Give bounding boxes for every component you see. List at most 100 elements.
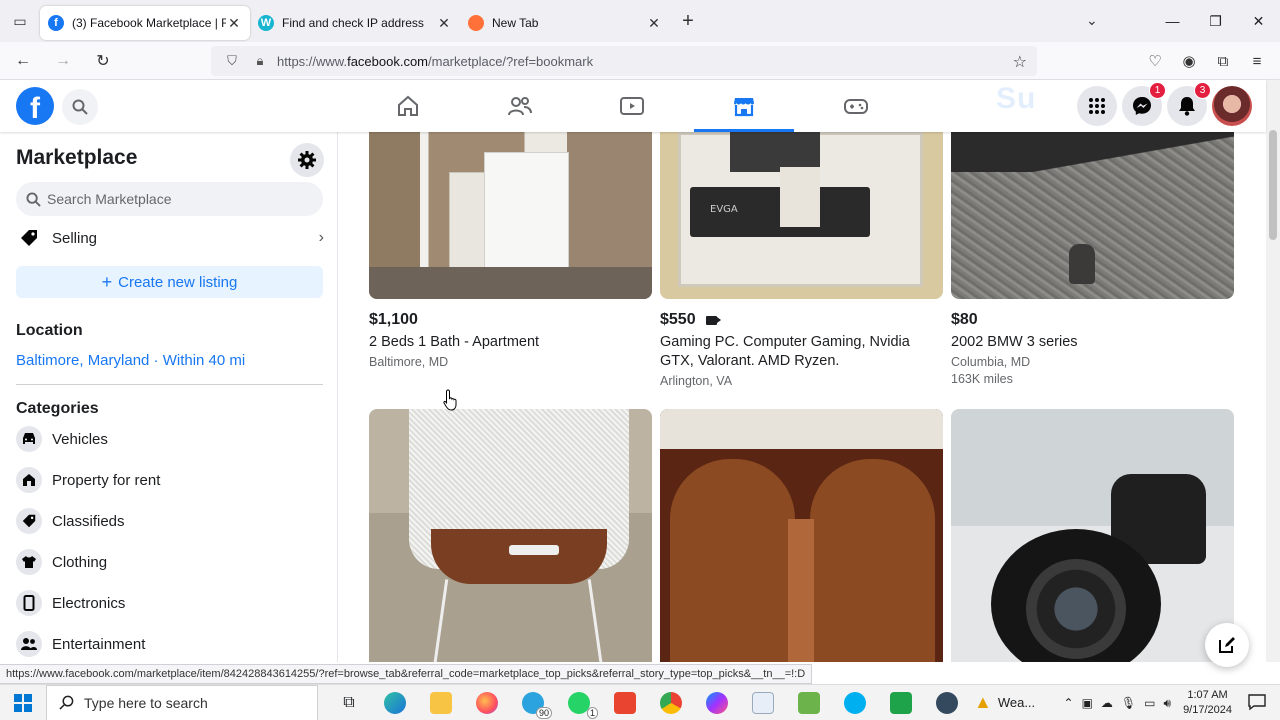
watermark: Su bbox=[996, 82, 1037, 115]
taskbar-firefox[interactable] bbox=[464, 685, 510, 720]
category-property-for-rent[interactable]: Property for rent bbox=[16, 465, 316, 495]
categories-heading: Categories bbox=[16, 400, 99, 417]
category-entertainment[interactable]: Entertainment bbox=[16, 629, 316, 659]
tab-ip-check[interactable]: W Find and check IP address ✕ bbox=[250, 6, 460, 40]
listing-photo[interactable] bbox=[369, 409, 652, 662]
address-bar[interactable]: ⛉ 🔒︎ https://www. facebook.com/marketplac… bbox=[211, 46, 1037, 76]
search-button[interactable] bbox=[62, 89, 98, 125]
listing-card[interactable]: EVGA $550 Gaming PC. Computer Gaming, Nv… bbox=[660, 132, 943, 388]
taskbar-clock[interactable]: 1:07 AM 9/17/2024 bbox=[1183, 688, 1232, 718]
tab-facebook[interactable]: f (3) Facebook Marketplace | Face ✕ bbox=[40, 6, 250, 40]
taskbar-weather[interactable]: ▲ Wea... bbox=[974, 692, 1035, 713]
page-title: Marketplace bbox=[16, 146, 138, 169]
facebook-logo[interactable]: f bbox=[16, 87, 54, 125]
pocket-icon[interactable]: ♡ bbox=[1138, 46, 1172, 76]
new-tab-button[interactable]: + bbox=[670, 10, 706, 33]
category-vehicles[interactable]: Vehicles bbox=[16, 424, 316, 454]
nav-gaming[interactable] bbox=[800, 80, 912, 132]
create-listing-button[interactable]: + Create new listing bbox=[16, 266, 323, 298]
forward-button[interactable]: → bbox=[46, 46, 80, 76]
taskbar-app-notepad[interactable] bbox=[786, 685, 832, 720]
whoer-icon: W bbox=[258, 15, 274, 31]
task-view-icon: ⧉ bbox=[343, 693, 355, 711]
whatsapp-badge: 1 bbox=[586, 706, 598, 719]
edge-icon bbox=[384, 691, 406, 714]
window-controls: — ❐ ✕ bbox=[1151, 0, 1280, 42]
listing-photo[interactable]: EVGA bbox=[660, 132, 943, 299]
scrollbar-thumb[interactable] bbox=[1269, 130, 1277, 240]
cloud-icon[interactable]: ☁ bbox=[1101, 696, 1113, 710]
notifications-center-button[interactable] bbox=[1248, 693, 1266, 716]
microphone-icon[interactable]: 🎙︎ bbox=[1121, 696, 1136, 710]
tag-icon bbox=[16, 508, 42, 534]
tab-list-icon[interactable]: ▭ bbox=[0, 0, 40, 42]
search-marketplace-input[interactable]: Search Marketplace bbox=[16, 182, 323, 216]
menu-button[interactable] bbox=[1077, 86, 1117, 126]
chevron-up-icon[interactable]: ⌃ bbox=[1064, 696, 1074, 710]
category-classifieds[interactable]: Classifieds bbox=[16, 506, 316, 536]
listing-photo[interactable] bbox=[951, 409, 1234, 662]
listing-photo[interactable] bbox=[660, 409, 943, 662]
back-button[interactable]: ← bbox=[6, 46, 40, 76]
menu-icon[interactable]: ≡ bbox=[1240, 46, 1274, 76]
listing-card[interactable] bbox=[660, 409, 943, 662]
start-button[interactable] bbox=[0, 685, 46, 720]
profile-avatar[interactable] bbox=[1212, 86, 1252, 126]
taskbar-file-explorer[interactable] bbox=[418, 685, 464, 720]
reload-button[interactable]: ↻ bbox=[86, 46, 120, 76]
taskbar-camtasia[interactable] bbox=[878, 685, 924, 720]
clock-date: 9/17/2024 bbox=[1183, 704, 1232, 716]
close-icon[interactable]: ✕ bbox=[646, 15, 662, 32]
taskbar-skype[interactable] bbox=[832, 685, 878, 720]
account-icon[interactable]: ◉ bbox=[1172, 46, 1206, 76]
lock-icon[interactable]: 🔒︎ bbox=[249, 53, 271, 69]
close-window-button[interactable]: ✕ bbox=[1237, 0, 1280, 42]
taskbar-app-vpn[interactable] bbox=[924, 685, 970, 720]
volume-icon[interactable]: 🔊︎ bbox=[1164, 696, 1172, 711]
network-icon[interactable]: ▭ bbox=[1144, 696, 1155, 710]
taskbar-app-star[interactable] bbox=[740, 685, 786, 720]
category-label: Classifieds bbox=[52, 512, 125, 530]
taskbar-messenger[interactable] bbox=[694, 685, 740, 720]
minimize-button[interactable]: — bbox=[1151, 0, 1194, 42]
chevron-down-icon[interactable]: ⌄ bbox=[1086, 12, 1098, 29]
bookmark-star-icon[interactable]: ☆ bbox=[1013, 52, 1027, 72]
home-icon bbox=[398, 95, 418, 116]
listing-photo[interactable] bbox=[951, 132, 1234, 299]
listing-card[interactable] bbox=[369, 409, 652, 662]
location-link[interactable]: Baltimore, Maryland · Within 40 mi bbox=[16, 352, 245, 369]
browser-nav-bar: ← → ↻ ⛉ 🔒︎ https://www. facebook.com/mark… bbox=[0, 42, 1280, 80]
nav-friends[interactable] bbox=[464, 80, 576, 132]
taskbar-telegram[interactable]: 90 bbox=[510, 685, 556, 720]
listing-photo[interactable] bbox=[369, 132, 652, 299]
listing-card[interactable]: $1,100 2 Beds 1 Bath - Apartment Baltimo… bbox=[369, 132, 652, 369]
taskbar-whatsapp[interactable]: 1 bbox=[556, 685, 602, 720]
close-icon[interactable]: ✕ bbox=[226, 15, 242, 32]
meet-icon[interactable]: ▣ bbox=[1082, 696, 1093, 710]
nav-home[interactable] bbox=[352, 80, 464, 132]
restore-button[interactable]: ❐ bbox=[1194, 0, 1237, 42]
category-clothing[interactable]: Clothing bbox=[16, 547, 316, 577]
search-icon bbox=[26, 191, 41, 207]
taskbar-search-input[interactable]: Type here to search bbox=[46, 684, 318, 720]
compose-message-button[interactable] bbox=[1205, 623, 1249, 667]
sidebar-item-selling[interactable]: Selling › bbox=[16, 226, 326, 250]
taskbar-edge[interactable] bbox=[372, 685, 418, 720]
tab-title: Find and check IP address bbox=[282, 16, 424, 30]
listing-card[interactable] bbox=[951, 409, 1234, 662]
notifications-button[interactable]: 3 bbox=[1167, 82, 1211, 126]
close-icon[interactable]: ✕ bbox=[436, 15, 452, 32]
category-electronics[interactable]: Electronics bbox=[16, 588, 316, 618]
tab-new[interactable]: New Tab ✕ bbox=[460, 6, 670, 40]
nav-watch[interactable] bbox=[576, 80, 688, 132]
listing-card[interactable]: $80 2002 BMW 3 series Columbia, MD 163K … bbox=[951, 132, 1234, 386]
page-scrollbar[interactable] bbox=[1266, 80, 1280, 662]
taskbar-app-red[interactable] bbox=[602, 685, 648, 720]
settings-button[interactable] bbox=[290, 143, 324, 177]
extensions-icon[interactable]: ⧉ bbox=[1206, 46, 1240, 76]
nav-marketplace[interactable] bbox=[688, 80, 800, 132]
task-view-button[interactable]: ⧉ bbox=[326, 685, 372, 720]
taskbar-chrome[interactable] bbox=[648, 685, 694, 720]
messenger-button[interactable]: 1 bbox=[1122, 82, 1166, 126]
shield-icon[interactable]: ⛉ bbox=[221, 53, 243, 69]
